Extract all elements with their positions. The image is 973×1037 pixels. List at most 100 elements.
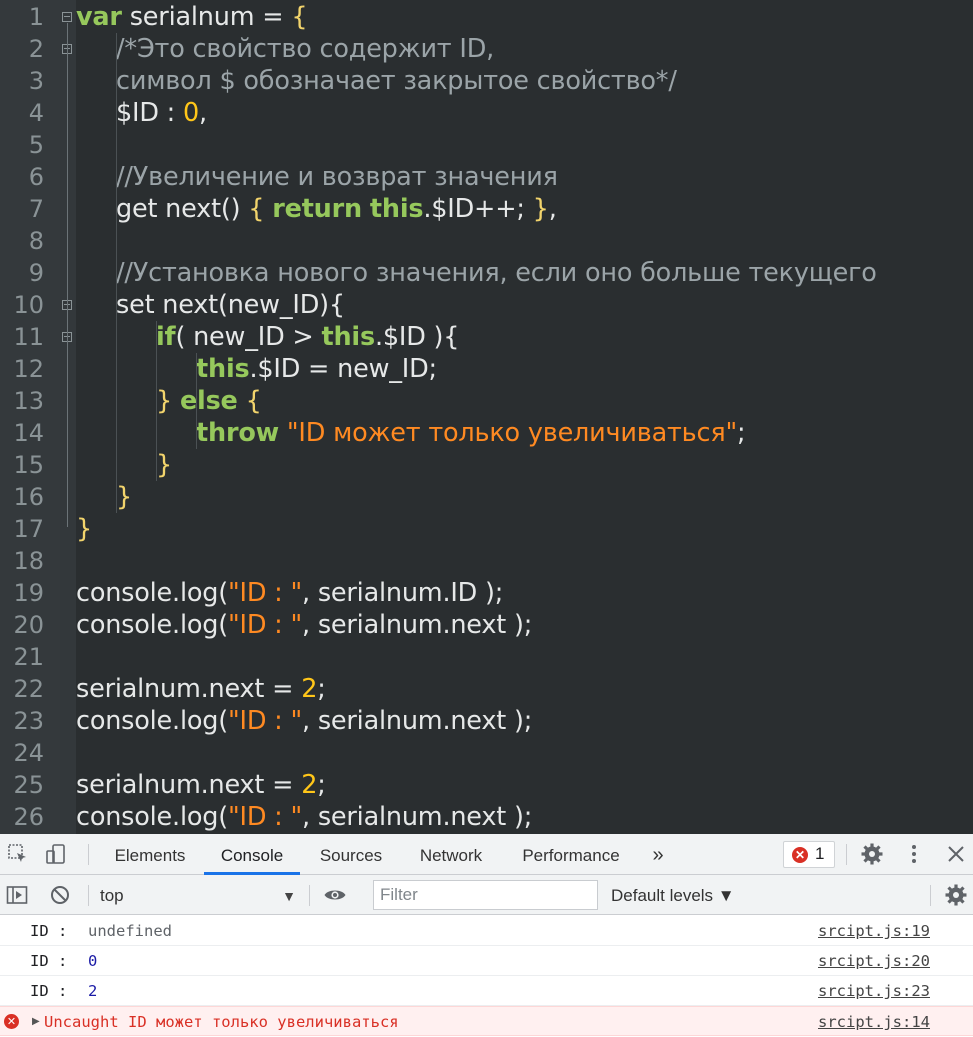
code-line[interactable]: 5 <box>0 129 973 161</box>
source-link[interactable]: srcipt.js:23 <box>818 976 930 1006</box>
code-token: this <box>196 354 250 384</box>
line-number: 15 <box>13 451 44 479</box>
source-link[interactable]: srcipt.js:20 <box>818 946 930 976</box>
code-token: ; <box>737 418 746 448</box>
code-token: $ID : <box>116 98 183 128</box>
code-token: "ID может только увеличиваться" <box>286 418 737 448</box>
code-line[interactable]: 21 <box>0 641 973 673</box>
tab-console[interactable]: Console <box>204 834 300 875</box>
code-text: console.log("ID : ", serialnum.next ); <box>76 705 532 737</box>
code-token: console.log( <box>76 578 228 608</box>
source-link[interactable]: srcipt.js:19 <box>818 916 930 946</box>
code-line[interactable]: 14 throw "ID может только увеличиваться"; <box>0 417 973 449</box>
code-line[interactable]: 17} <box>0 513 973 545</box>
inspect-element-icon[interactable] <box>6 842 30 866</box>
divider <box>846 844 847 865</box>
code-token: console.log( <box>76 610 228 640</box>
code-token: return <box>272 194 362 224</box>
more-tabs-button[interactable]: » <box>648 834 668 875</box>
code-editor[interactable]: 1 var serialnum = {2/*Это свойство содерж… <box>0 0 973 834</box>
message-label: ID : <box>30 982 77 1000</box>
error-count-badge[interactable]: ✕ 1 <box>783 841 835 868</box>
code-text: this.$ID = new_ID; <box>196 353 437 385</box>
code-token: if <box>156 322 176 352</box>
code-text: console.log("ID : ", serialnum.next ); <box>76 609 532 641</box>
clear-console-icon[interactable] <box>48 883 72 907</box>
code-line[interactable]: 23 console.log("ID : ", serialnum.next ); <box>0 705 973 737</box>
log-levels-dropdown[interactable]: Default levels ▼ <box>611 883 735 909</box>
line-number: 10 <box>13 291 44 319</box>
code-token: } <box>156 450 173 480</box>
code-line[interactable]: 8 <box>0 225 973 257</box>
code-line[interactable]: 25 serialnum.next = 2; <box>0 769 973 801</box>
code-token: else <box>179 386 238 416</box>
code-token: "ID : " <box>227 802 303 832</box>
context-select[interactable]: top ▼ <box>100 883 300 909</box>
show-sidebar-icon[interactable] <box>5 883 29 907</box>
code-line[interactable]: 9 //Установка нового значения, если оно б… <box>0 257 973 289</box>
fold-toggle-icon[interactable] <box>62 12 72 22</box>
code-line[interactable]: 4 $ID : 0, <box>0 97 973 129</box>
line-number: 6 <box>28 163 44 191</box>
code-text: get next() { return this.$ID++; }, <box>116 193 557 225</box>
code-line[interactable]: 26 console.log("ID : ", serialnum.next ); <box>0 801 973 833</box>
message-value: 0 <box>88 952 98 970</box>
code-line[interactable]: 11 if( new_ID > this.$ID ){ <box>0 321 973 353</box>
divider <box>309 885 310 906</box>
code-line[interactable]: 1 var serialnum = { <box>0 1 973 33</box>
line-number: 7 <box>28 195 44 223</box>
code-line[interactable]: 19 console.log("ID : ", serialnum.ID ); <box>0 577 973 609</box>
code-line[interactable]: 24 <box>0 737 973 769</box>
code-line[interactable]: 3 символ $ обозначает закрытое свойство*/ <box>0 65 973 97</box>
source-link[interactable]: srcipt.js:14 <box>818 1007 930 1037</box>
code-token: set next(new_ID){ <box>116 290 345 320</box>
code-line[interactable]: 2 /*Это свойство содержит ID, <box>0 33 973 65</box>
indent-guide <box>116 33 117 513</box>
tab-sources[interactable]: Sources <box>306 834 396 875</box>
code-line[interactable]: 10 set next(new_ID){ <box>0 289 973 321</box>
code-line[interactable]: 22 serialnum.next = 2; <box>0 673 973 705</box>
close-icon[interactable] <box>944 842 968 866</box>
error-text: Uncaught ID может только увеличиваться <box>44 1013 399 1031</box>
code-text: /*Это свойство содержит ID, <box>116 33 494 65</box>
tab-elements[interactable]: Elements <box>100 834 200 875</box>
code-token: "ID : " <box>227 706 303 736</box>
error-count: 1 <box>815 844 825 863</box>
code-text: console.log("ID : ", serialnum.ID ); <box>76 577 503 609</box>
code-token: ( new_ID > <box>175 322 322 352</box>
code-line[interactable]: 13} else { <box>0 385 973 417</box>
eye-icon[interactable] <box>323 883 347 907</box>
console-error-message[interactable]: ✕ ▶ Uncaught ID может только увеличиваться… <box>0 1006 973 1036</box>
line-number: 14 <box>13 419 44 447</box>
code-line[interactable]: 16} <box>0 481 973 513</box>
code-text: throw "ID может только увеличиваться"; <box>196 417 746 449</box>
code-line[interactable]: 20 console.log("ID : ", serialnum.next ); <box>0 609 973 641</box>
console-settings-gear-icon[interactable] <box>944 883 968 907</box>
code-line[interactable]: 18 <box>0 545 973 577</box>
console-messages: ID : undefined srcipt.js:19 ID : 0 srcipt.j… <box>0 916 973 1037</box>
code-text: } <box>76 513 92 545</box>
tab-performance[interactable]: Performance <box>506 834 636 875</box>
code-token: , serialnum.next ); <box>302 802 533 832</box>
filter-input[interactable] <box>373 880 598 910</box>
settings-gear-icon[interactable] <box>860 842 884 866</box>
expand-triangle-icon[interactable]: ▶ <box>32 1007 40 1037</box>
code-text: console.log("ID : ", serialnum.next ); <box>76 801 532 833</box>
dropdown-arrow-icon: ▼ <box>282 888 296 904</box>
customize-menu-icon[interactable] <box>902 842 926 866</box>
code-token: var <box>76 2 122 32</box>
code-line[interactable]: 7 get next() { return this.$ID++; }, <box>0 193 973 225</box>
code-text: serialnum.next = 2; <box>76 673 326 705</box>
code-line[interactable]: 6 //Увеличение и возврат значения <box>0 161 973 193</box>
code-text: //Увеличение и возврат значения <box>116 161 558 193</box>
code-token: , serialnum.next ); <box>302 610 533 640</box>
tab-network[interactable]: Network <box>404 834 498 875</box>
code-token: } <box>76 514 93 544</box>
code-text: serialnum.next = 2; <box>76 769 326 801</box>
line-number: 11 <box>13 323 44 351</box>
code-line[interactable]: 15} <box>0 449 973 481</box>
device-toolbar-icon[interactable] <box>44 842 68 866</box>
code-line[interactable]: 12 this.$ID = new_ID; <box>0 353 973 385</box>
fold-range-line <box>67 23 68 527</box>
